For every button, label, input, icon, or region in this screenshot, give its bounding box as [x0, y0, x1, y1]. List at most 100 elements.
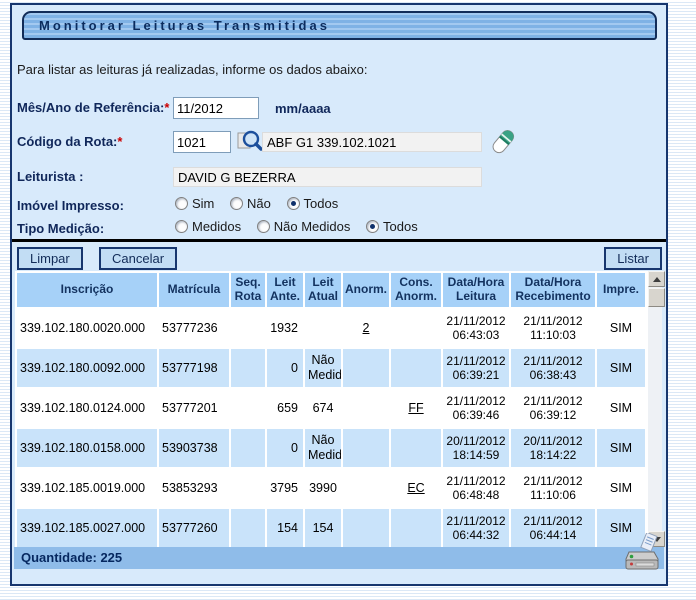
cell-data-leitura: 21/11/201206:44:32: [442, 508, 510, 548]
listar-button[interactable]: Listar: [604, 247, 662, 270]
cell-leit-ante: 0: [266, 428, 304, 468]
cell-anorm: [342, 468, 390, 508]
cell-seq-rota: [230, 388, 266, 428]
recebimento-time: 06:38:43: [514, 368, 592, 382]
cons-anorm-link[interactable]: FF: [408, 401, 423, 415]
cell-leit-ante: 1932: [266, 308, 304, 348]
table-row: 339.102.180.0092.000 53777198 0 Não Medi…: [16, 348, 646, 388]
arrow-up-icon: [653, 277, 661, 282]
cell-cons-anorm: EC: [390, 468, 442, 508]
quantity-label: Quantidade: 225: [21, 550, 122, 565]
results-table-area: Inscrição Matrícula Seq. Rota Leit Ante.…: [15, 271, 662, 547]
leitura-date: 21/11/2012: [446, 354, 506, 368]
leitura-date: 20/11/2012: [446, 434, 506, 448]
cell-data-leitura: 21/11/201206:43:03: [442, 308, 510, 348]
recebimento-time: 06:39:12: [514, 408, 592, 422]
table-row: 339.102.185.0019.000 53853293 3795 3990 …: [16, 468, 646, 508]
mes-ano-label: Mês/Ano de Referência:*: [17, 100, 169, 115]
cell-impre: SIM: [596, 348, 646, 388]
medidos-radio[interactable]: [175, 220, 188, 233]
leitura-time: 06:44:32: [446, 528, 506, 542]
quantity-bar: Quantidade: 225: [14, 547, 664, 569]
cell-impre: SIM: [596, 308, 646, 348]
scroll-thumb[interactable]: [648, 288, 665, 307]
cell-impre: SIM: [596, 388, 646, 428]
leitura-time: 18:14:59: [446, 448, 506, 462]
col-header-leit-ante: Leit Ante.: [266, 272, 304, 308]
eraser-icon[interactable]: [489, 128, 517, 161]
cell-data-leitura: 20/11/201218:14:59: [442, 428, 510, 468]
rota-description-field: ABF G1 339.102.1021: [262, 132, 482, 152]
leitura-date: 21/11/2012: [446, 474, 506, 488]
col-header-seq-rota: Seq. Rota: [230, 272, 266, 308]
cell-anorm: [342, 428, 390, 468]
cons-anorm-link[interactable]: EC: [407, 481, 424, 495]
cell-matricula: 53777201: [158, 388, 230, 428]
col-header-leit-atual: Leit Atual: [304, 272, 342, 308]
nao-medidos-radio[interactable]: [257, 220, 270, 233]
search-icon[interactable]: [236, 128, 264, 161]
recebimento-date: 21/11/2012: [514, 394, 592, 408]
col-header-inscricao: Inscrição: [16, 272, 158, 308]
cell-data-recebimento: 21/11/201211:10:06: [510, 468, 596, 508]
nao-medidos-label: Não Medidos: [274, 219, 351, 234]
codigo-rota-label-text: Código da Rota:: [17, 134, 117, 149]
cell-data-leitura: 21/11/201206:48:48: [442, 468, 510, 508]
tipo-todos-radio[interactable]: [366, 220, 379, 233]
cell-anorm: [342, 388, 390, 428]
imovel-nao-radio[interactable]: [230, 197, 243, 210]
tipo-medicao-radios: Medidos Não Medidos Todos: [175, 219, 430, 234]
anorm-link[interactable]: 2: [363, 321, 370, 335]
mes-ano-input[interactable]: [173, 97, 259, 119]
imovel-todos-radio[interactable]: [287, 197, 300, 210]
cell-seq-rota: [230, 428, 266, 468]
imovel-sim-radio[interactable]: [175, 197, 188, 210]
limpar-button[interactable]: Limpar: [17, 247, 83, 270]
results-table: Inscrição Matrícula Seq. Rota Leit Ante.…: [15, 271, 647, 549]
recebimento-date: 21/11/2012: [514, 474, 592, 488]
table-row: 339.102.180.0124.000 53777201 659 674 FF…: [16, 388, 646, 428]
recebimento-date: 21/11/2012: [514, 314, 592, 328]
col-header-data-recebimento: Data/Hora Recebimento: [510, 272, 596, 308]
col-header-matricula: Matrícula: [158, 272, 230, 308]
recebimento-time: 11:10:03: [514, 328, 592, 342]
cell-leit-ante: 3795: [266, 468, 304, 508]
recebimento-time: 18:14:22: [514, 448, 592, 462]
cell-data-leitura: 21/11/201206:39:46: [442, 388, 510, 428]
leitura-date: 21/11/2012: [446, 314, 506, 328]
cell-data-recebimento: 20/11/201218:14:22: [510, 428, 596, 468]
cell-data-recebimento: 21/11/201206:44:14: [510, 508, 596, 548]
leiturista-label: Leiturista :: [17, 169, 83, 184]
scroll-up-button[interactable]: [648, 271, 665, 287]
cancelar-button[interactable]: Cancelar: [99, 247, 177, 270]
recebimento-time: 06:44:14: [514, 528, 592, 542]
cell-anorm: 2: [342, 308, 390, 348]
medidos-label: Medidos: [192, 219, 241, 234]
cell-inscricao: 339.102.185.0027.000: [16, 508, 158, 548]
col-header-data-leitura: Data/Hora Leitura: [442, 272, 510, 308]
codigo-rota-input[interactable]: [173, 131, 231, 153]
leitura-time: 06:39:21: [446, 368, 506, 382]
leitura-time: 06:43:03: [446, 328, 506, 342]
table-scrollbar[interactable]: [647, 271, 662, 547]
mes-ano-format-hint: mm/aaaa: [275, 101, 331, 116]
cell-matricula: 53777198: [158, 348, 230, 388]
imovel-nao-label: Não: [247, 196, 271, 211]
table-row: 339.102.180.0158.000 53903738 0 Não Medi…: [16, 428, 646, 468]
intro-text: Para listar as leituras já realizadas, i…: [17, 62, 367, 77]
imovel-impresso-label: Imóvel Impresso:: [17, 198, 124, 213]
main-panel: Monitorar Leituras Transmitidas Para lis…: [10, 3, 668, 586]
cell-inscricao: 339.102.180.0092.000: [16, 348, 158, 388]
leitura-date: 21/11/2012: [446, 514, 506, 528]
codigo-rota-row: Código da Rota:* ABF G1 339.102.1021: [12, 131, 666, 155]
printer-icon[interactable]: [623, 533, 661, 573]
cell-inscricao: 339.102.180.0020.000: [16, 308, 158, 348]
col-header-anorm: Anorm.: [342, 272, 390, 308]
cell-leit-atual: Não Medido: [304, 428, 342, 468]
cell-seq-rota: [230, 468, 266, 508]
cell-leit-atual: Não Medido: [304, 348, 342, 388]
cell-matricula: 53903738: [158, 428, 230, 468]
tipo-medicao-label: Tipo Medição:: [17, 221, 104, 236]
section-divider: [12, 239, 666, 242]
cell-data-recebimento: 21/11/201206:39:12: [510, 388, 596, 428]
